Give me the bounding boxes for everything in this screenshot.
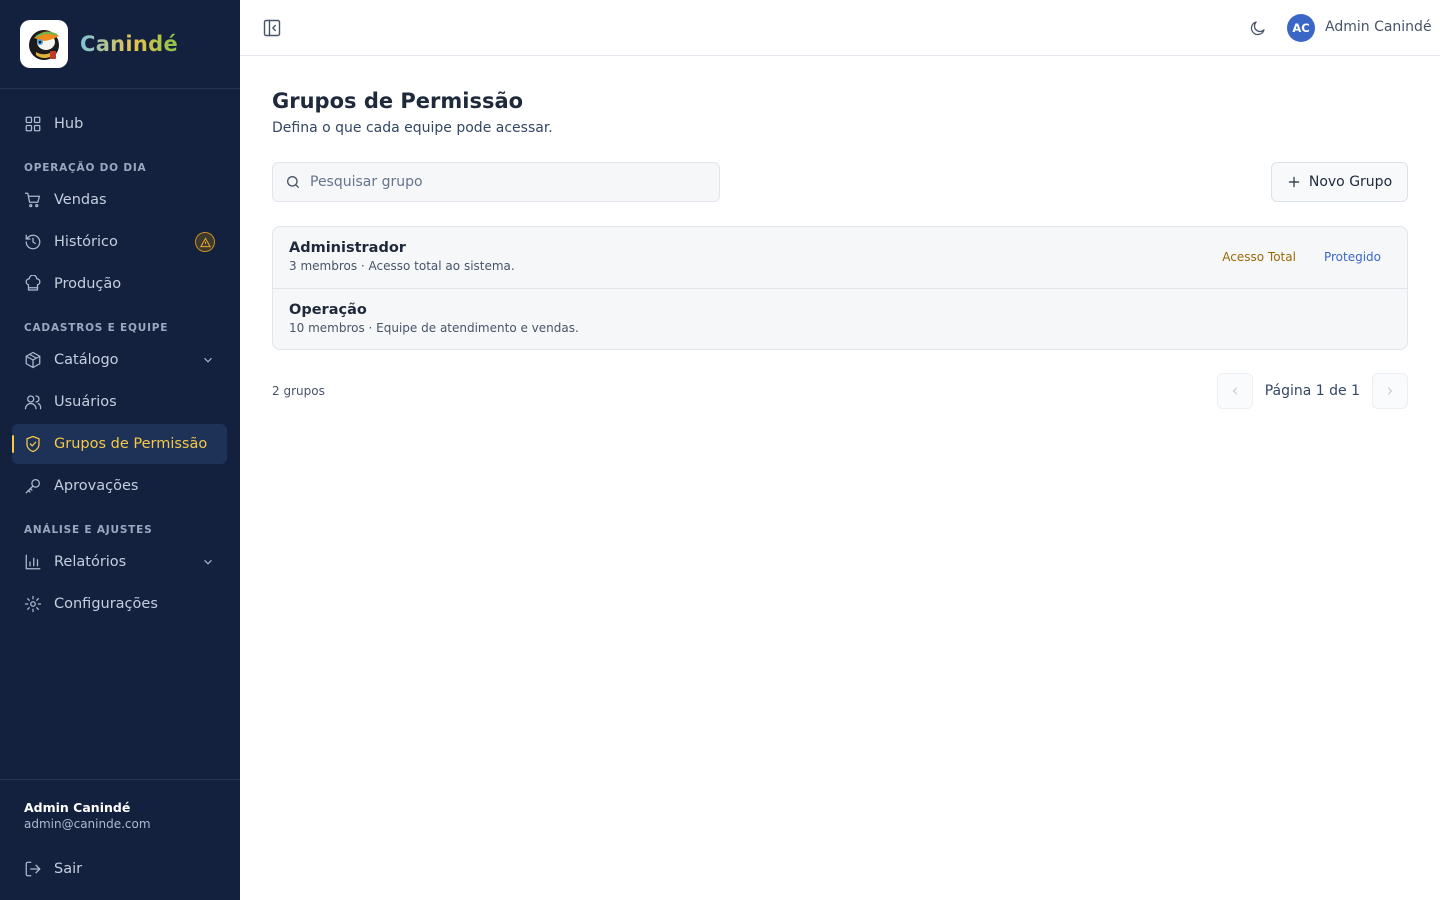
sidebar-item-grupos[interactable]: Grupos de Permissão <box>12 424 227 464</box>
chevron-down-icon[interactable] <box>201 353 215 367</box>
brand-logo <box>20 20 68 68</box>
badge-full-access: Acesso Total <box>1222 250 1296 264</box>
group-count: 2 grupos <box>272 384 325 398</box>
users-icon <box>24 393 42 411</box>
plus-icon <box>1288 176 1300 188</box>
sidebar-item-usuarios[interactable]: Usuários <box>12 382 227 422</box>
topbar-user-name[interactable]: Admin Canindé <box>1325 19 1432 35</box>
logout-label: Sair <box>54 861 83 877</box>
badge-protected: Protegido <box>1323 250 1381 264</box>
panel-left-close-icon <box>263 19 281 37</box>
sidebar: Canindé Hub OPERAÇÃO DO DIA Vendas Histó… <box>0 0 240 900</box>
prev-page-button[interactable] <box>1216 373 1253 409</box>
moon-icon <box>1250 21 1265 36</box>
box-icon <box>24 351 42 369</box>
sidebar-item-hub[interactable]: Hub <box>12 104 227 144</box>
next-page-button[interactable] <box>1372 373 1408 409</box>
sidebar-item-label: Configurações <box>54 596 158 612</box>
sidebar-item-label: Hub <box>54 116 84 132</box>
sidebar-item-vendas[interactable]: Vendas <box>12 180 227 220</box>
chevron-left-icon <box>1232 387 1237 395</box>
sidebar-item-label: Aprovações <box>54 478 139 494</box>
bar-chart-icon <box>24 553 42 571</box>
group-name: Operação <box>289 302 367 318</box>
warning-icon <box>195 232 215 252</box>
topbar: AC Admin Canindé <box>240 0 1440 56</box>
brand-name: Canindé <box>80 32 179 56</box>
new-group-label: Novo Grupo <box>1308 174 1393 190</box>
page-subtitle: Defina o que cada equipe pode acessar. <box>272 120 553 136</box>
sidebar-item-catalogo[interactable]: Catálogo <box>12 340 227 380</box>
sidebar-item-label: Produção <box>54 276 122 292</box>
new-group-button[interactable]: Novo Grupo <box>1271 162 1408 202</box>
sidebar-user-email: admin@caninde.com <box>24 817 151 831</box>
sidebar-item-historico[interactable]: Histórico <box>12 222 227 262</box>
sidebar-item-label: Relatórios <box>54 554 127 570</box>
list-item[interactable]: Administrador 3 membros · Acesso total a… <box>273 227 1407 288</box>
gear-icon <box>24 595 42 613</box>
search-input[interactable] <box>310 174 700 190</box>
pagination-label: Página 1 de 1 <box>1264 383 1360 399</box>
search-icon <box>287 176 299 188</box>
theme-toggle-button[interactable] <box>1249 19 1267 37</box>
logout-button[interactable]: Sair <box>24 860 82 878</box>
page-title: Grupos de Permissão <box>272 89 524 113</box>
cart-icon <box>24 191 42 209</box>
pagination: Página 1 de 1 <box>1216 373 1408 409</box>
sidebar-item-configuracoes[interactable]: Configurações <box>12 584 227 624</box>
sidebar-item-label: Grupos de Permissão <box>54 436 208 452</box>
section-label-analysis: ANÁLISE E AJUSTES <box>24 524 153 536</box>
chevron-right-icon <box>1388 387 1393 395</box>
section-label-registry: CADASTROS E EQUIPE <box>24 322 169 334</box>
list-item[interactable]: Operação 10 membros · Equipe de atendime… <box>273 288 1407 349</box>
sidebar-item-producao[interactable]: Produção <box>12 264 227 304</box>
brand[interactable]: Canindé <box>0 0 240 89</box>
sidebar-nav: Hub OPERAÇÃO DO DIA Vendas Histórico Pro… <box>12 104 227 626</box>
group-badges: Acesso Total Protegido <box>1222 250 1381 264</box>
sidebar-item-label: Usuários <box>54 394 117 410</box>
avatar[interactable]: AC <box>1287 14 1315 42</box>
sidebar-user-name: Admin Canindé <box>24 800 131 815</box>
group-description: 10 membros · Equipe de atendimento e ven… <box>289 321 579 335</box>
group-list: Administrador 3 membros · Acesso total a… <box>272 226 1408 350</box>
sidebar-footer: Admin Canindé admin@caninde.com Sair <box>0 779 240 900</box>
logout-icon <box>25 861 41 877</box>
sidebar-item-relatorios[interactable]: Relatórios <box>12 542 227 582</box>
sidebar-item-label: Catálogo <box>54 352 119 368</box>
shield-check-icon <box>24 435 42 453</box>
chef-hat-icon <box>24 275 42 293</box>
list-footer: 2 grupos Página 1 de 1 <box>272 373 1408 409</box>
sidebar-toggle-button[interactable] <box>262 18 282 38</box>
sidebar-item-label: Vendas <box>54 192 107 208</box>
search-box[interactable] <box>272 162 720 202</box>
sidebar-item-label: Histórico <box>54 234 118 250</box>
section-label-daily: OPERAÇÃO DO DIA <box>24 162 147 174</box>
chevron-down-icon[interactable] <box>201 555 215 569</box>
key-icon <box>24 477 42 495</box>
toucan-logo-icon <box>29 30 59 60</box>
grid-icon <box>24 115 42 133</box>
history-icon <box>24 233 42 251</box>
sidebar-item-aprovacoes[interactable]: Aprovações <box>12 466 227 506</box>
